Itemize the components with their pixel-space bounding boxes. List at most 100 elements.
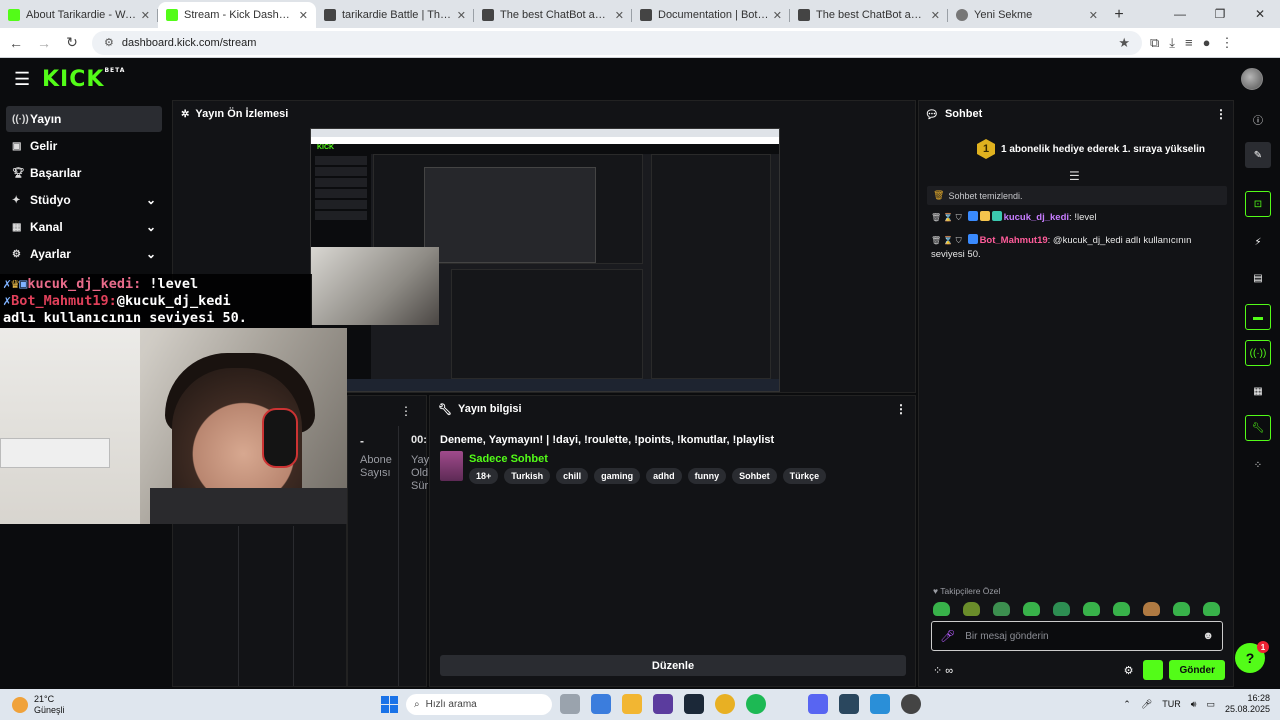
tag[interactable]: gaming <box>594 468 641 484</box>
chat-message-input[interactable]: 🎤︎ Bir mesaj gönderin ☻ <box>931 621 1223 651</box>
browser-tab[interactable]: The best ChatBot and Widgets✕ <box>474 2 632 28</box>
tag[interactable]: Türkçe <box>782 468 827 484</box>
browser-tab[interactable]: The best ChatBot and Widgets✕ <box>790 2 948 28</box>
sidebar-item-ayarlar[interactable]: ⚙ Ayarlar ⌄ <box>6 241 162 267</box>
more-options-icon[interactable]: ⋮ <box>1215 107 1227 121</box>
forward-arrow-icon[interactable]: → <box>32 31 56 55</box>
emote-icon[interactable] <box>1173 602 1190 616</box>
language-indicator[interactable]: TUR <box>1162 699 1181 709</box>
kick-emote-button[interactable] <box>1143 660 1164 680</box>
weather-widget[interactable]: 21°C Güneşli <box>12 694 65 716</box>
emote-icon[interactable] <box>1053 602 1070 616</box>
chat-settings-icon[interactable]: ⚙ <box>1124 664 1134 677</box>
stream-category[interactable]: Sadece Sohbet <box>469 453 548 465</box>
close-tab-icon[interactable]: ✕ <box>141 9 150 22</box>
browser-tab[interactable]: Documentation | Botrix ✕ <box>632 2 790 28</box>
sidebar-item-studyo[interactable]: ✦ Stüdyo ⌄ <box>6 187 162 213</box>
browser-menu-icon[interactable]: ⋮ <box>1221 35 1234 51</box>
taskbar-search[interactable]: ⌕ Hızlı arama <box>406 694 552 715</box>
stream-preview-video[interactable]: KICK <box>310 128 780 392</box>
tag[interactable]: chill <box>556 468 589 484</box>
sidebar-item-kanal[interactable]: ▦ Kanal ⌄ <box>6 214 162 240</box>
more-options-icon[interactable]: ⋮ <box>400 404 412 418</box>
emote-icon[interactable] <box>933 602 950 616</box>
browser-tab[interactable]: Yeni Sekme ✕ <box>948 2 1106 28</box>
maximize-icon[interactable]: ❐ <box>1200 0 1240 28</box>
profile-icon[interactable]: ● <box>1203 35 1211 51</box>
minimize-icon[interactable]: — <box>1160 0 1200 28</box>
emote-icon[interactable] <box>1113 602 1130 616</box>
sidebar-item-yayin[interactable]: ((·)) Yayın <box>6 106 162 132</box>
emote-icon[interactable] <box>1023 602 1040 616</box>
chevron-up-icon[interactable]: ⌃ <box>1123 699 1131 710</box>
tag[interactable]: 18+ <box>469 468 499 484</box>
notepad-icon[interactable] <box>870 694 890 714</box>
edit-button[interactable]: Düzenle <box>440 655 906 676</box>
new-tab-button[interactable]: + <box>1106 2 1132 28</box>
reload-icon[interactable]: ↻ <box>60 31 84 55</box>
close-tab-icon[interactable]: ✕ <box>1089 9 1098 22</box>
steam-icon[interactable] <box>684 694 704 714</box>
clock[interactable]: 16:28 25.08.2025 <box>1225 693 1270 715</box>
emote-icon[interactable] <box>1143 602 1160 616</box>
mod-actions[interactable]: 🗑︎ ⌛ ⛉ <box>931 236 962 245</box>
chat-toggle-icon[interactable]: ▬ <box>1245 304 1271 330</box>
microphone-icon[interactable]: 🎤︎ <box>1141 699 1152 710</box>
tag[interactable]: Sohbet <box>732 468 777 484</box>
broadcast-toggle-icon[interactable]: ((·)) <box>1245 340 1271 366</box>
download-icon[interactable]: ⤓ <box>1169 35 1175 51</box>
browser-tab-active[interactable]: Stream - Kick Dashboard ✕ <box>158 2 316 28</box>
obs-icon[interactable] <box>901 694 921 714</box>
speaker-icon[interactable]: 🔊︎ <box>1191 699 1197 710</box>
address-bar[interactable]: ⚙ dashboard.kick.com/stream ★ <box>92 30 1142 55</box>
close-tab-icon[interactable]: ✕ <box>457 9 466 22</box>
user-avatar[interactable] <box>1241 68 1263 90</box>
send-button[interactable]: Gönder <box>1169 660 1225 680</box>
help-button[interactable]: ? 1 <box>1235 641 1269 673</box>
emote-icon[interactable] <box>993 602 1010 616</box>
points-icon[interactable]: ⁘ ∞ <box>933 664 953 677</box>
windows-start-icon[interactable] <box>381 696 398 713</box>
back-arrow-icon[interactable]: ← <box>4 31 28 55</box>
lightning-icon[interactable]: ⚡︎ <box>1245 229 1271 255</box>
site-info-icon[interactable]: ⚙ <box>104 36 114 49</box>
copilot-icon[interactable] <box>591 694 611 714</box>
chrome-icon[interactable] <box>715 694 735 714</box>
mod-actions[interactable]: 🗑︎ ⌛ ⛉ <box>931 213 962 222</box>
document-icon[interactable]: ▤ <box>1245 265 1271 291</box>
pencil-icon[interactable]: ✎ <box>1245 142 1271 168</box>
close-tab-icon[interactable]: ✕ <box>931 9 940 22</box>
close-tab-icon[interactable]: ✕ <box>615 9 624 22</box>
close-window-icon[interactable]: ✕ <box>1240 0 1280 28</box>
sidebar-item-gelir[interactable]: ▣ Gelir <box>6 133 162 159</box>
file-explorer-icon[interactable] <box>622 694 642 714</box>
close-tab-icon[interactable]: ✕ <box>773 9 782 22</box>
close-tab-icon[interactable]: ✕ <box>299 9 308 22</box>
gift-goal-banner[interactable]: 11 abonelik hediye ederek 1. sıraya yüks… <box>977 139 1205 159</box>
steam-icon[interactable] <box>839 694 859 714</box>
filter-icon[interactable]: ☰ <box>1069 169 1080 183</box>
app-icon[interactable] <box>653 694 673 714</box>
chat-username[interactable]: Bot_Mahmut19 <box>980 235 1048 246</box>
sidebar-item-basarilar[interactable]: 🏆︎ Başarılar <box>6 160 162 186</box>
emote-icon[interactable] <box>1083 602 1100 616</box>
bookmark-star-icon[interactable]: ★ <box>1118 35 1130 51</box>
tag[interactable]: adhd <box>646 468 682 484</box>
task-view-icon[interactable] <box>560 694 580 714</box>
info-icon[interactable]: ⓘ <box>1245 106 1271 132</box>
browser-tab[interactable]: About Tarikardie - Watch Live o✕ <box>0 2 158 28</box>
playlist-icon[interactable]: ≡ <box>1185 35 1193 51</box>
microphone-icon[interactable]: 🎤︎ <box>940 629 955 643</box>
wrench-toggle-icon[interactable]: 🔧︎ <box>1245 415 1271 441</box>
spotify-icon[interactable] <box>746 694 766 714</box>
extensions-icon[interactable]: ⧉ <box>1150 35 1159 51</box>
battery-icon[interactable]: ▭ <box>1206 699 1215 710</box>
browser-tab[interactable]: tarikardie Battle | The best Chat✕ <box>316 2 474 28</box>
kick-logo[interactable]: KICKBETA <box>42 67 125 92</box>
emote-icon[interactable] <box>963 602 980 616</box>
preview-toggle-icon[interactable]: ⊡ <box>1245 191 1271 217</box>
more-options-icon[interactable]: ⋮ <box>895 402 907 416</box>
chat-username[interactable]: kucuk_dj_kedi <box>1004 212 1069 223</box>
emoji-icon[interactable]: ☻ <box>1202 630 1214 642</box>
hamburger-menu-icon[interactable]: ☰ <box>14 69 34 90</box>
